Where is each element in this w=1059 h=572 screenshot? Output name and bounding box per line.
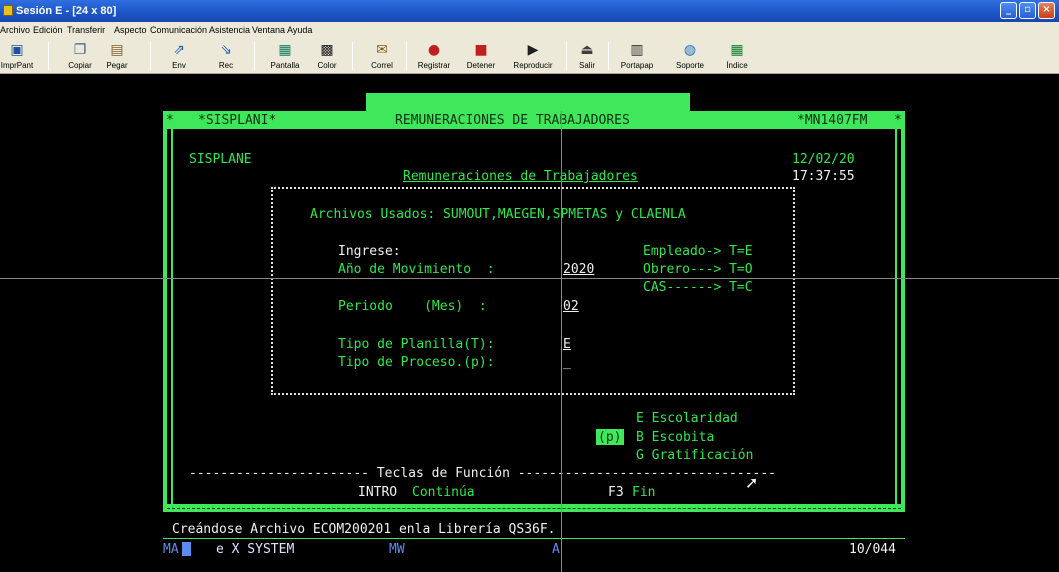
program-name: *SISPLANI* xyxy=(198,113,277,128)
text-cursor xyxy=(182,542,191,556)
hint-obrero: Obrero---> T=O xyxy=(643,262,753,277)
screen-title: REMUNERACIONES DE TRABAJADORES xyxy=(395,113,630,128)
paste-button[interactable]: ▤ Pegar xyxy=(102,40,132,72)
close-button[interactable]: × xyxy=(1038,2,1055,19)
oia-ma: MA xyxy=(163,542,179,557)
period-input[interactable]: 02 xyxy=(563,299,579,314)
planilla-label: Tipo de Planilla(T): xyxy=(338,337,495,352)
screen-date: 12/02/20 xyxy=(792,152,855,167)
receive-icon: ⇘ xyxy=(220,42,232,58)
send-icon: ⇗ xyxy=(173,42,185,58)
menu-edicion[interactable]: Edición xyxy=(33,25,63,35)
toolbar: ▣ ImprPant ❐ Copiar ▤ Pegar ⇗ Env ⇘ Rec … xyxy=(0,38,1059,74)
status-message: Creándose Archivo ECOM200201 enla Librer… xyxy=(172,522,556,537)
proceso-input[interactable]: _ xyxy=(563,355,571,370)
ingrese-label: Ingrese: xyxy=(338,244,401,259)
play-icon: ▶ xyxy=(527,42,539,58)
screen-subtitle: Remuneraciones de Trabajadores xyxy=(403,169,638,184)
clipboard-button[interactable]: ▥ Portapap xyxy=(618,40,656,72)
process-marker: (p) xyxy=(596,429,624,445)
send-button[interactable]: ⇗ Env xyxy=(167,40,191,72)
menu-archivo[interactable]: Archivo xyxy=(0,25,30,35)
option-gratificacion: G Gratificación xyxy=(636,448,754,463)
frame-dash xyxy=(167,508,901,509)
stop-button[interactable]: ■ Detener xyxy=(462,40,500,72)
f3-description: Fin xyxy=(632,485,656,500)
menu-ventana[interactable]: Ventana xyxy=(252,25,285,35)
oia-system: e X SYSTEM xyxy=(216,542,295,557)
hint-cas: CAS------> T=C xyxy=(643,280,753,295)
support-button[interactable]: ◍ Soporte xyxy=(672,40,708,72)
screen-id: *MN1407FM xyxy=(797,113,868,128)
header-tab xyxy=(366,93,690,113)
cursor-position: 10/044 xyxy=(849,542,896,557)
title-bar: Sesión E - [24 x 80] _ ▫ × xyxy=(0,0,1059,22)
display-button[interactable]: ▦ Pantalla xyxy=(268,40,302,72)
display-icon: ▦ xyxy=(278,42,292,58)
option-escobita: B Escobita xyxy=(636,430,715,445)
oia-separator xyxy=(163,538,905,539)
intro-key[interactable]: INTRO xyxy=(358,485,397,500)
crosshair-vertical xyxy=(561,111,562,572)
crosshair-horizontal xyxy=(0,278,1059,279)
copy-icon: ❐ xyxy=(73,42,87,58)
year-input[interactable]: 2020 xyxy=(563,262,594,277)
terminal-screen[interactable]: * *SISPLANI* REMUNERACIONES DE TRABAJADO… xyxy=(0,75,1059,572)
print-screen-icon: ▣ xyxy=(10,42,24,58)
record-icon: ● xyxy=(427,42,441,58)
record-button[interactable]: ● Registrar xyxy=(416,40,452,72)
option-escolaridad: E Escolaridad xyxy=(636,411,738,426)
hint-empleado: Empleado-> T=E xyxy=(643,244,753,259)
menu-transferir[interactable]: Transferir xyxy=(67,25,105,35)
maximize-button[interactable]: ▫ xyxy=(1019,2,1036,19)
window-title: Sesión E - [24 x 80] xyxy=(16,5,117,17)
mouse-pointer-icon: ➚ xyxy=(745,473,759,492)
menu-bar: Archivo Edición Transferir Aspecto Comun… xyxy=(0,22,1059,38)
planilla-input[interactable]: E xyxy=(563,337,571,352)
copy-button[interactable]: ❐ Copiar xyxy=(66,40,94,72)
corner-mark-left: * xyxy=(166,113,174,128)
color-icon: ▩ xyxy=(320,42,334,58)
exit-button[interactable]: ⏏ Salir xyxy=(576,40,598,72)
proceso-label: Tipo de Proceso.(p): xyxy=(338,355,495,370)
oia-mw: MW xyxy=(389,542,405,557)
function-keys-line: ----------------------- Teclas de Funció… xyxy=(189,466,776,481)
menu-aspecto[interactable]: Aspecto xyxy=(114,25,147,35)
index-icon: ▦ xyxy=(730,42,744,58)
oia-a: A xyxy=(552,542,560,557)
f3-key[interactable]: F3 xyxy=(608,485,624,500)
mail-button[interactable]: ✉ Correl xyxy=(368,40,396,72)
play-button[interactable]: ▶ Reproducir xyxy=(510,40,556,72)
index-button[interactable]: ▦ Índice xyxy=(722,40,752,72)
menu-ayuda[interactable]: Ayuda xyxy=(287,25,312,35)
mail-icon: ✉ xyxy=(376,42,388,58)
system-name: SISPLANE xyxy=(189,152,252,167)
year-label: Año de Movimiento : xyxy=(338,262,495,277)
globe-icon: ◍ xyxy=(683,42,697,58)
corner-mark-right: * xyxy=(894,113,902,128)
intro-description: Continúa xyxy=(412,485,475,500)
exit-icon: ⏏ xyxy=(580,42,594,58)
paste-icon: ▤ xyxy=(110,42,124,58)
files-used: Archivos Usados: SUMOUT,MAEGEN,SPMETAS y… xyxy=(310,207,686,222)
receive-button[interactable]: ⇘ Rec xyxy=(214,40,238,72)
stop-icon: ■ xyxy=(474,42,488,58)
minimize-button[interactable]: _ xyxy=(1000,2,1017,19)
color-button[interactable]: ▩ Color xyxy=(314,40,340,72)
menu-comunicacion[interactable]: Comunicación xyxy=(150,25,207,35)
menu-asistencia[interactable]: Asistencia xyxy=(209,25,250,35)
screen-header: * *SISPLANI* REMUNERACIONES DE TRABAJADO… xyxy=(163,111,905,129)
period-label: Periodo (Mes) : xyxy=(338,299,487,314)
print-screen-button[interactable]: ▣ ImprPant xyxy=(0,40,34,72)
clipboard-icon: ▥ xyxy=(630,42,644,58)
screen-time: 17:37:55 xyxy=(792,169,855,184)
app-icon[interactable] xyxy=(3,5,13,16)
